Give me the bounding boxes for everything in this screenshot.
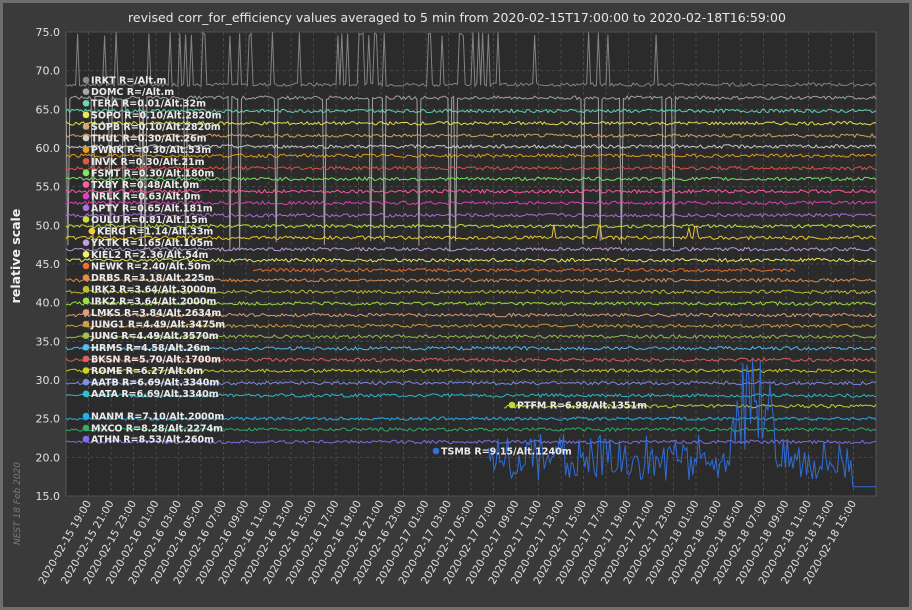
legend-marker (82, 285, 90, 293)
legend-marker (88, 227, 96, 235)
legend-marker (82, 88, 90, 95)
legend-marker (82, 111, 90, 119)
legend-label: BKSN R=5.70/Alt.1700m (91, 354, 221, 365)
legend-marker (508, 401, 516, 409)
legend-marker (82, 204, 90, 212)
legend-label: KIEL2 R=2.36/Alt.54m (91, 250, 209, 261)
y-tick-label: 55.0 (36, 181, 61, 194)
legend-label: MXCO R=8.28/Alt.2274m (91, 424, 223, 435)
legend-label: APTY R=0.65/Alt.181m (91, 203, 213, 214)
legend-marker (82, 309, 90, 316)
legend-label: YKTK R=1.65/Alt.105m (90, 238, 213, 249)
legend-label: PTFM R=6.98/Alt.1351m (517, 401, 647, 412)
y-tick-label: 15.0 (36, 490, 61, 503)
legend-marker (82, 343, 90, 351)
legend-label: SOPB R=0.10/Alt.2820m (91, 122, 221, 133)
legend-marker (82, 274, 90, 281)
legend-marker (82, 192, 90, 200)
y-tick-label: 65.0 (36, 103, 61, 116)
legend-marker (82, 355, 90, 363)
legend-marker (82, 412, 90, 420)
legend-label: SOPO R=0.10/Alt.2820m (91, 110, 222, 121)
legend-label: IRKT R=/Alt.m (91, 76, 167, 87)
legend-label: PWNK R=0.30/Alt.53m (91, 145, 211, 156)
line-chart: revised corr_for_efficiency values avera… (8, 10, 877, 586)
chart-title: revised corr_for_efficiency values avera… (128, 10, 786, 25)
legend-label: DOMC R=/Alt.m (91, 87, 174, 98)
legend-label: AATA R=6.69/Alt.3340m (91, 389, 219, 400)
legend-label: NANM R=7.10/Alt.2000m (91, 412, 224, 423)
legend-marker (432, 447, 440, 455)
y-tick-label: 20.0 (36, 451, 61, 464)
legend-marker (82, 424, 90, 432)
y-tick-label: 25.0 (36, 413, 61, 426)
y-tick-label: 60.0 (36, 142, 61, 155)
legend-marker (82, 239, 90, 246)
legend-label: HRMS R=4.58/Alt.26m (91, 343, 210, 354)
legend-marker (82, 390, 90, 398)
legend-label: TXBY R=0.48/Alt.0m (91, 180, 199, 191)
legend-marker (82, 99, 90, 107)
legend-label: TSMB R=9.15/Alt.1240m (441, 447, 572, 458)
legend-marker (82, 435, 90, 443)
legend-label: JUNG R=4.49/Alt.3570m (90, 331, 219, 342)
y-tick-label: 45.0 (36, 258, 61, 271)
legend-marker (82, 146, 90, 154)
legend-marker (82, 181, 90, 188)
legend-marker (82, 123, 90, 130)
y-tick-label: 75.0 (36, 26, 61, 39)
legend-label: ROME R=6.27/Alt.0m (91, 366, 203, 377)
y-tick-label: 40.0 (36, 297, 61, 310)
legend-label: KERG R=1.14/Alt.33m (97, 227, 213, 238)
legend-marker (82, 169, 90, 177)
legend-label: LMKS R=3.84/Alt.2634m (91, 308, 221, 319)
legend-marker (82, 262, 90, 270)
y-axis-label: relative scale (8, 209, 23, 304)
legend-label: OULU R=0.81/Alt.15m (91, 215, 208, 226)
legend-marker (82, 76, 90, 84)
plot-area: 15.0 20.0 25.0 30.0 35.0 40.0 45.0 50.0 55.0 60.0… (36, 26, 877, 586)
legend-label: THUL R=0.30/Alt.26m (91, 134, 207, 145)
legend-marker (82, 332, 90, 339)
legend-label: ATHN R=8.53/Alt.260m (91, 435, 214, 446)
legend-marker (82, 367, 90, 374)
legend-marker (82, 297, 90, 305)
legend-label: TERA R=0.01/Alt.32m (91, 99, 206, 110)
legend-label: DRBS R=3.18/Alt.225m (91, 273, 214, 284)
legend-marker (82, 320, 90, 328)
legend-label: INVK R=0.30/Alt.21m (91, 157, 205, 168)
legend-label: NRLK R=0.63/Alt.0m (91, 192, 201, 203)
legend-marker (82, 158, 90, 165)
legend-label: AATB R=6.69/Alt.3340m (91, 378, 219, 389)
legend-label: JUNG1 R=4.49/Alt.3475m (90, 320, 225, 331)
y-tick-label: 50.0 (36, 219, 61, 232)
legend-marker (82, 251, 90, 258)
y-tick-label: 30.0 (36, 374, 61, 387)
legend-marker (82, 216, 90, 223)
legend-label: IRK2 R=3.64/Alt.2000m (91, 296, 217, 307)
y-tick-label: 35.0 (36, 335, 61, 348)
legend-marker (82, 378, 90, 386)
legend-label: IRK3 R=3.64/Alt.3000m (91, 285, 217, 296)
legend-marker (82, 134, 90, 142)
y-tick-label: 70.0 (36, 65, 61, 78)
watermark: NEST 18 Feb 2020 (13, 462, 23, 545)
legend-label: FSMT R=0.30/Alt.180m (91, 168, 214, 179)
legend-label: NEWK R=2.40/Alt.50m (91, 261, 211, 272)
